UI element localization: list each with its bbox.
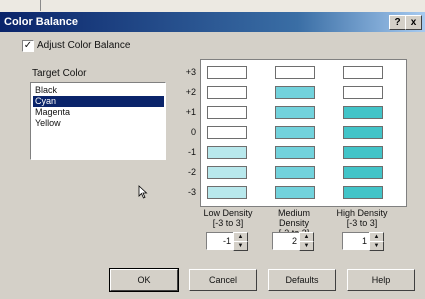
spin-down-icon[interactable]: ▼: [233, 241, 248, 251]
density-cell[interactable]: [343, 186, 383, 199]
background-divider: [40, 0, 41, 11]
density-cell[interactable]: [207, 186, 247, 199]
title-bar: Color Balance ? x: [0, 12, 425, 32]
low-density-spinner[interactable]: -1 ▲ ▼: [206, 232, 250, 251]
level-label-minus1: -1: [187, 147, 196, 157]
medium-density-value[interactable]: 2: [272, 232, 300, 250]
density-grid: [200, 59, 407, 207]
low-density-value[interactable]: -1: [206, 232, 234, 250]
density-cell[interactable]: [343, 106, 383, 119]
target-color-listbox[interactable]: Black Cyan Magenta Yellow: [30, 82, 166, 160]
help-button[interactable]: Help: [347, 269, 415, 291]
density-cell[interactable]: [207, 166, 247, 179]
level-label-plus3: +3: [185, 67, 196, 77]
low-density-label: Low Density: [203, 208, 253, 218]
density-cell[interactable]: [207, 86, 247, 99]
density-cell[interactable]: [275, 106, 315, 119]
high-density-label: High Density: [336, 208, 388, 218]
target-color-label: Target Color: [32, 68, 87, 79]
density-cell[interactable]: [275, 166, 315, 179]
list-item-black[interactable]: Black: [33, 85, 164, 96]
level-label-minus2: -2: [187, 167, 196, 177]
density-cell[interactable]: [275, 146, 315, 159]
medium-density-spinner[interactable]: 2 ▲ ▼: [272, 232, 316, 251]
density-cell[interactable]: [343, 166, 383, 179]
level-label-plus2: +2: [185, 87, 196, 97]
medium-density-label: Medium Density: [277, 208, 310, 228]
density-cell[interactable]: [343, 126, 383, 139]
adjust-color-balance-label: Adjust Color Balance: [37, 40, 131, 51]
high-density-range: [-3 to 3]: [346, 218, 378, 228]
help-icon[interactable]: ?: [389, 15, 406, 30]
ok-button[interactable]: OK: [109, 268, 179, 292]
spin-down-icon[interactable]: ▼: [369, 241, 384, 251]
density-cell[interactable]: [343, 146, 383, 159]
dialog-title: Color Balance: [4, 16, 78, 28]
defaults-button[interactable]: Defaults: [268, 269, 336, 291]
high-density-spinner[interactable]: 1 ▲ ▼: [342, 232, 386, 251]
color-balance-dialog: Color Balance ? x ✓ Adjust Color Balance…: [0, 12, 425, 299]
density-cell[interactable]: [343, 86, 383, 99]
density-cell[interactable]: [207, 66, 247, 79]
low-density-header: Low Density [-3 to 3]: [196, 208, 260, 228]
density-cell[interactable]: [275, 126, 315, 139]
list-item-yellow[interactable]: Yellow: [33, 118, 164, 129]
level-label-plus1: +1: [185, 107, 196, 117]
density-cell[interactable]: [207, 106, 247, 119]
density-cell[interactable]: [275, 66, 315, 79]
cancel-button[interactable]: Cancel: [189, 269, 257, 291]
level-label-minus3: -3: [187, 187, 196, 197]
close-icon[interactable]: x: [405, 15, 422, 30]
spin-down-icon[interactable]: ▼: [299, 241, 314, 251]
adjust-color-balance-checkbox[interactable]: ✓: [22, 40, 34, 52]
density-cell[interactable]: [275, 186, 315, 199]
list-item-cyan[interactable]: Cyan: [33, 96, 164, 107]
list-item-magenta[interactable]: Magenta: [33, 107, 164, 118]
density-cell[interactable]: [207, 126, 247, 139]
background-window-strip: [0, 0, 425, 12]
density-cell[interactable]: [275, 86, 315, 99]
density-cell[interactable]: [343, 66, 383, 79]
density-cell[interactable]: [207, 146, 247, 159]
level-label-zero: 0: [190, 127, 196, 137]
mouse-pointer-icon: [138, 185, 148, 199]
high-density-header: High Density [-3 to 3]: [330, 208, 394, 228]
high-density-value[interactable]: 1: [342, 232, 370, 250]
low-density-range: [-3 to 3]: [212, 218, 244, 228]
